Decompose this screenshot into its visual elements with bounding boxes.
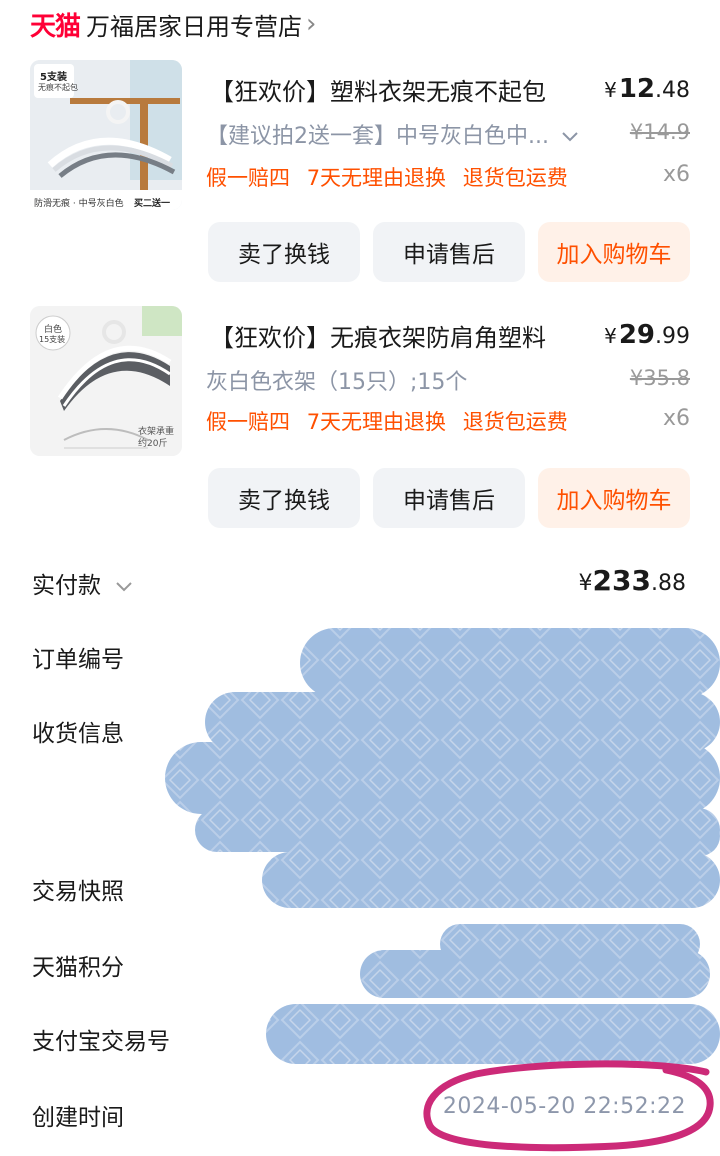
paid-label: 实付款 (32, 573, 101, 599)
currency-symbol: ¥ (604, 324, 617, 348)
created-time-value: 2024-05-20 22:52:22 (442, 1094, 686, 1119)
created-time-label: 创建时间 (32, 1105, 124, 1131)
price-integer: 29 (618, 320, 655, 350)
service-tag: 退货包运费 (462, 166, 568, 190)
shop-header[interactable]: 天猫 万福居家日用专营店 › (30, 4, 316, 44)
sell-button[interactable]: 卖了换钱 (208, 222, 360, 282)
after-sale-button[interactable]: 申请售后 (373, 222, 525, 282)
service-tags: 假一赔四 7天无理由退换 退货包运费 (206, 406, 578, 436)
service-tag: 7天无理由退换 (306, 410, 447, 434)
product-price: ¥12.48 (604, 74, 690, 104)
paid-amount-toggle[interactable]: 实付款 (32, 566, 134, 600)
quantity: x6 (662, 162, 690, 187)
sell-button[interactable]: 卖了换钱 (208, 468, 360, 528)
paid-decimal: .88 (651, 571, 686, 596)
thumb-caption-2: 约20斤 (138, 439, 168, 449)
after-sale-button[interactable]: 申请售后 (373, 468, 525, 528)
price-decimal: .99 (655, 324, 690, 349)
tmall-logo: 天猫 (30, 11, 81, 42)
chevron-down-icon (116, 581, 133, 591)
thumb-badge: 5支装 (40, 72, 67, 83)
shop-name: 万福居家日用专营店 (86, 12, 303, 41)
paid-amount: ¥233.88 (579, 564, 686, 597)
alipay-number-label: 支付宝交易号 (32, 1029, 170, 1055)
currency-symbol: ¥ (578, 571, 593, 596)
thumb-sub: 无痕不起包 (38, 83, 78, 92)
points-label: 天猫积分 (32, 955, 124, 981)
chevron-down-icon (562, 132, 578, 142)
add-to-cart-button[interactable]: 加入购物车 (538, 468, 690, 528)
service-tags: 假一赔四 7天无理由退换 退货包运费 (206, 162, 578, 192)
address-label: 收货信息 (32, 721, 124, 747)
service-tag: 假一赔四 (206, 410, 290, 434)
original-price: ¥35.8 (629, 366, 690, 390)
order-number-label: 订单编号 (32, 647, 124, 673)
add-to-cart-button[interactable]: 加入购物车 (538, 222, 690, 282)
thumb-caption-2: 买二送一 (134, 199, 171, 209)
service-tag: 假一赔四 (206, 166, 290, 190)
original-price: ¥14.9 (629, 120, 690, 144)
price-decimal: .48 (655, 78, 690, 103)
quantity: x6 (662, 406, 690, 431)
product-thumbnail[interactable]: 白色 15支装 衣架承重 约20斤 (30, 306, 182, 456)
chevron-right-icon: › (306, 9, 317, 39)
product-price: ¥29.99 (604, 320, 690, 350)
product-title[interactable]: 【狂欢价】塑料衣架无痕不起包 (210, 72, 546, 107)
thumb-caption: 防滑无痕 · 中号灰白色 (34, 199, 124, 209)
service-tag: 7天无理由退换 (306, 166, 447, 190)
service-tag: 退货包运费 (462, 410, 568, 434)
price-integer: 12 (618, 74, 655, 104)
product-thumbnail[interactable]: 5支装 无痕不起包 防滑无痕 · 中号灰白色 买二送一 (30, 60, 182, 210)
thumb-sub: 15支装 (39, 335, 66, 344)
sku-text: 【建议拍2送一套】中号灰白色中... (206, 124, 549, 149)
currency-symbol: ¥ (604, 78, 617, 102)
sku-text: 灰白色衣架（15只）;15个 (206, 370, 468, 395)
product-title[interactable]: 【狂欢价】无痕衣架防肩角塑料 (210, 318, 546, 353)
paid-integer: 233 (592, 564, 651, 597)
snapshot-label[interactable]: 交易快照 (32, 872, 124, 906)
product-sku[interactable]: 【建议拍2送一套】中号灰白色中... (206, 118, 580, 150)
product-sku[interactable]: 灰白色衣架（15只）;15个 (206, 364, 467, 396)
